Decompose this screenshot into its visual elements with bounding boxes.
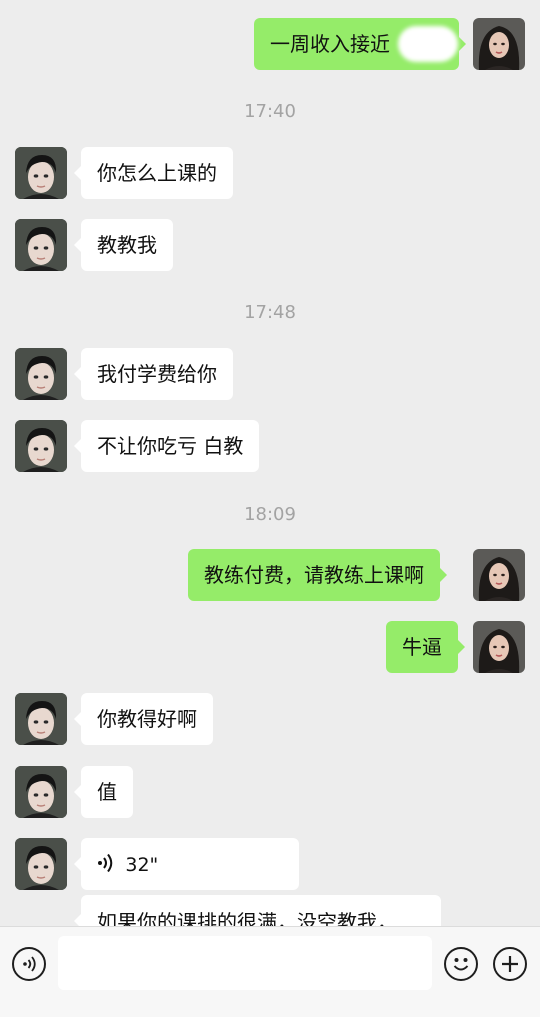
avatar-contact[interactable] (15, 420, 67, 472)
message-text: 教教我 (97, 233, 157, 257)
avatar-contact[interactable] (15, 147, 67, 199)
message-text: 值 (97, 780, 117, 804)
message-text: 你教得好啊 (97, 707, 197, 731)
message-bubble-incoming[interactable]: 你教得好啊 (74, 693, 213, 745)
avatar-contact[interactable] (15, 219, 67, 271)
avatar-contact[interactable] (15, 766, 67, 818)
plus-icon (495, 949, 525, 983)
avatar-contact[interactable] (15, 348, 67, 400)
message-text: 你怎么上课的 (97, 161, 217, 185)
message-text: 如果你的课排的很满，没空教我， (97, 910, 397, 926)
voice-duration: 32" (125, 854, 159, 876)
avatar-contact[interactable] (15, 838, 67, 890)
avatar-self[interactable] (473, 621, 525, 673)
voice-wave-icon (97, 840, 119, 892)
message-bubble-incoming[interactable]: 值 (74, 766, 133, 818)
message-bubble-outgoing[interactable]: 牛逼 (386, 621, 465, 673)
message-text: 牛逼 (402, 635, 442, 659)
message-bubble-incoming[interactable]: 不让你吃亏 白教 (73, 420, 260, 472)
plus-button[interactable] (493, 947, 527, 981)
timestamp: 17:40 (244, 101, 296, 122)
voice-input-icon (20, 954, 40, 978)
message-text: 教练付费，请教练上课啊 (204, 563, 424, 587)
message-bubble-incoming[interactable]: 我付学费给你 (74, 348, 233, 400)
voice-message-bubble[interactable]: 32" (74, 838, 299, 892)
message-text: 我付学费给你 (97, 362, 217, 386)
message-bubble-outgoing[interactable]: 教练付费，请教练上课啊 (188, 549, 447, 601)
input-bar (0, 926, 540, 1017)
message-text: 一周收入接近 (270, 32, 390, 56)
message-input[interactable] (58, 936, 432, 990)
avatar-self[interactable] (473, 549, 525, 601)
message-text: 不让你吃亏 白教 (97, 434, 244, 458)
message-bubble-incoming[interactable]: 如果你的课排的很满，没空教我， (74, 895, 441, 926)
avatar-contact[interactable] (15, 693, 67, 745)
message-bubble-incoming[interactable]: 教教我 (74, 219, 173, 271)
voice-input-button[interactable] (12, 947, 46, 981)
avatar-self[interactable] (473, 18, 525, 70)
message-bubble-incoming[interactable]: 你怎么上课的 (74, 147, 233, 199)
timestamp: 18:09 (244, 504, 296, 525)
emoji-button[interactable] (444, 947, 478, 981)
timestamp: 17:48 (244, 302, 296, 323)
emoji-icon (446, 949, 476, 983)
redaction-mark (398, 26, 458, 62)
chat-area[interactable]: 一周收入接近 17:40 你怎么上课的 教教我 17:48 我付学费给你 不让你… (0, 0, 540, 926)
